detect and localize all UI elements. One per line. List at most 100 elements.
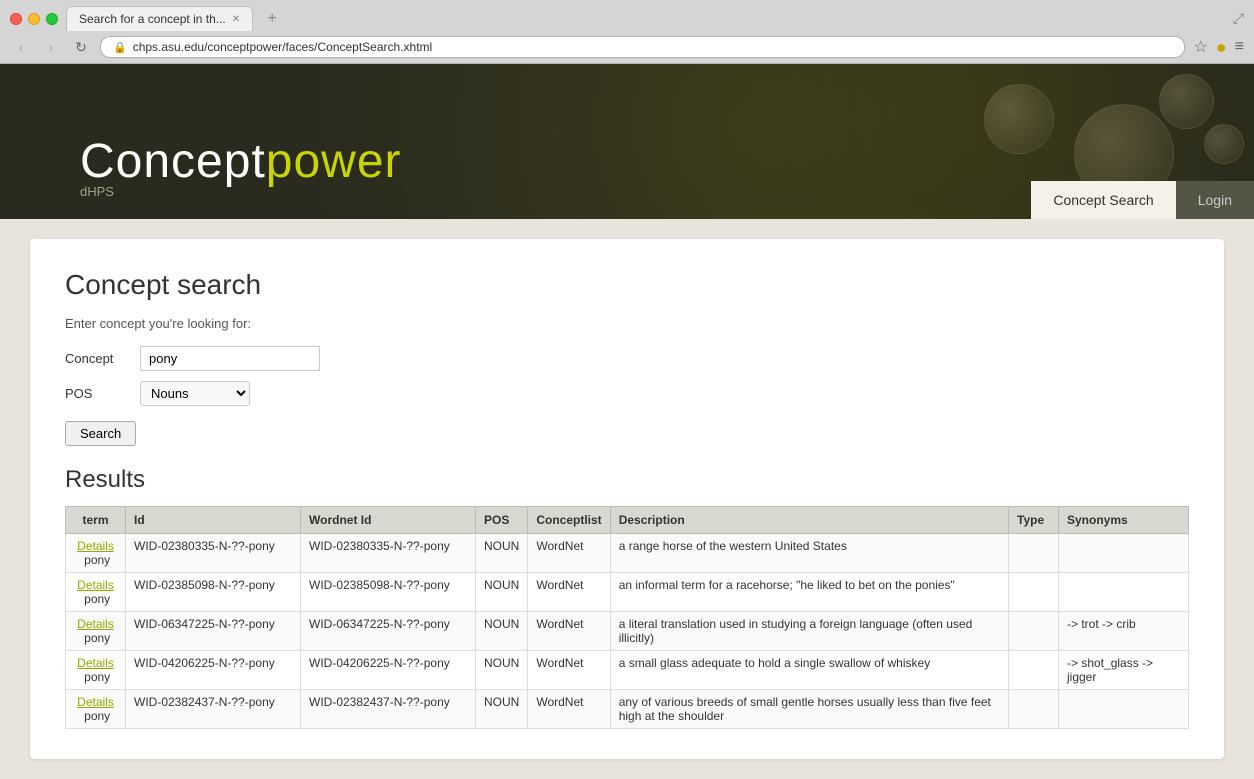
cell-description-1: an informal term for a racehorse; "he li… [610,573,1008,612]
nav-concept-search[interactable]: Concept Search [1031,181,1175,219]
concept-form-row: Concept [65,346,1189,371]
cell-details-2: Details pony [66,612,126,651]
form-instruction: Enter concept you're looking for: [65,316,1189,331]
concept-input[interactable] [140,346,320,371]
cell-pos-2: NOUN [476,612,528,651]
tab-title: Search for a concept in th... [79,12,226,26]
cell-wordnet-id-0: WID-02380335-N-??-pony [301,534,476,573]
cell-wordnet-id-1: WID-02385098-N-??-pony [301,573,476,612]
maximize-dot[interactable] [46,13,58,25]
cell-pos-0: NOUN [476,534,528,573]
col-header-description: Description [610,507,1008,534]
cell-id-4: WID-02382437-N-??-pony [126,690,301,729]
cell-synonyms-0 [1059,534,1189,573]
menu-icon[interactable]: ≡ [1235,38,1244,56]
table-header: term Id Wordnet Id POS Conceptlist Descr… [66,507,1189,534]
cell-pos-4: NOUN [476,690,528,729]
cell-id-0: WID-02380335-N-??-pony [126,534,301,573]
table-body: Details pony WID-02380335-N-??-pony WID-… [66,534,1189,729]
cell-synonyms-1 [1059,573,1189,612]
cell-type-0 [1009,534,1059,573]
browser-chrome: Search for a concept in th... ✕ + ⤢ ‹ › … [0,0,1254,64]
col-header-pos: POS [476,507,528,534]
cell-type-2 [1009,612,1059,651]
concept-label: Concept [65,351,130,366]
forward-button[interactable]: › [40,36,62,58]
cell-conceptlist-4: WordNet [528,690,610,729]
new-tab-button[interactable]: + [261,8,283,30]
cell-type-3 [1009,651,1059,690]
header-nav: Concept Search Login [1031,181,1254,219]
decorative-bubble-4 [1204,124,1244,164]
cell-type-1 [1009,573,1059,612]
table-row: Details pony WID-04206225-N-??-pony WID-… [66,651,1189,690]
address-field[interactable]: 🔒 chps.asu.edu/conceptpower/faces/Concep… [100,36,1185,58]
details-link-4[interactable]: Details [77,695,114,709]
cell-description-0: a range horse of the western United Stat… [610,534,1008,573]
pos-label: POS [65,386,130,401]
refresh-button[interactable]: ↻ [70,36,92,58]
pos-select[interactable]: Nouns Verbs Adjectives Adverbs [140,381,250,406]
cell-details-1: Details pony [66,573,126,612]
cell-pos-1: NOUN [476,573,528,612]
cell-pos-3: NOUN [476,651,528,690]
app-header: Conceptpower dHPS Concept Search Login [0,64,1254,219]
title-bar: Search for a concept in th... ✕ + ⤢ [0,0,1254,31]
table-row: Details pony WID-02382437-N-??-pony WID-… [66,690,1189,729]
decorative-bubble-1 [984,84,1054,154]
cell-conceptlist-3: WordNet [528,651,610,690]
cell-wordnet-id-3: WID-04206225-N-??-pony [301,651,476,690]
minimize-dot[interactable] [28,13,40,25]
col-header-wordnet-id: Wordnet Id [301,507,476,534]
col-header-synonyms: Synonyms [1059,507,1189,534]
table-row: Details pony WID-02380335-N-??-pony WID-… [66,534,1189,573]
table-row: Details pony WID-02385098-N-??-pony WID-… [66,573,1189,612]
col-header-type: Type [1009,507,1059,534]
details-link-2[interactable]: Details [77,617,114,631]
cell-conceptlist-2: WordNet [528,612,610,651]
window-controls [10,13,58,25]
cell-id-2: WID-06347225-N-??-pony [126,612,301,651]
address-bar: ‹ › ↻ 🔒 chps.asu.edu/conceptpower/faces/… [0,31,1254,63]
details-link-1[interactable]: Details [77,578,114,592]
cell-synonyms-2: -> trot -> crib [1059,612,1189,651]
cell-conceptlist-0: WordNet [528,534,610,573]
cell-details-3: Details pony [66,651,126,690]
cell-description-4: any of various breeds of small gentle ho… [610,690,1008,729]
cell-synonyms-3: -> shot_glass -> jigger [1059,651,1189,690]
user-icon[interactable]: ● [1216,37,1227,58]
cell-description-3: a small glass adequate to hold a single … [610,651,1008,690]
cell-wordnet-id-4: WID-02382437-N-??-pony [301,690,476,729]
browser-tab[interactable]: Search for a concept in th... ✕ [66,6,253,31]
cell-id-3: WID-04206225-N-??-pony [126,651,301,690]
logo: Conceptpower [80,134,402,189]
col-header-term: term [66,507,126,534]
browser-actions: ☆ ● ≡ [1193,37,1244,58]
nav-login[interactable]: Login [1176,181,1254,219]
cell-details-0: Details pony [66,534,126,573]
close-dot[interactable] [10,13,22,25]
back-button[interactable]: ‹ [10,36,32,58]
logo-power: power [266,135,402,188]
results-table: term Id Wordnet Id POS Conceptlist Descr… [65,506,1189,729]
cell-type-4 [1009,690,1059,729]
cell-details-4: Details pony [66,690,126,729]
main-content: Concept search Enter concept you're look… [0,219,1254,779]
cell-wordnet-id-2: WID-06347225-N-??-pony [301,612,476,651]
results-title: Results [65,466,1189,494]
table-row: Details pony WID-06347225-N-??-pony WID-… [66,612,1189,651]
logo-concept: Concept [80,135,266,188]
search-button[interactable]: Search [65,421,136,446]
cell-id-1: WID-02385098-N-??-pony [126,573,301,612]
details-link-3[interactable]: Details [77,656,114,670]
table-header-row: term Id Wordnet Id POS Conceptlist Descr… [66,507,1189,534]
window-resize-icon: ⤢ [1233,10,1244,27]
col-header-conceptlist: Conceptlist [528,507,610,534]
url-text: chps.asu.edu/conceptpower/faces/ConceptS… [133,40,433,54]
details-link-0[interactable]: Details [77,539,114,553]
tab-close-icon[interactable]: ✕ [232,14,240,25]
col-header-id: Id [126,507,301,534]
content-card: Concept search Enter concept you're look… [30,239,1224,759]
bookmark-icon[interactable]: ☆ [1193,37,1207,57]
cell-description-2: a literal translation used in studying a… [610,612,1008,651]
